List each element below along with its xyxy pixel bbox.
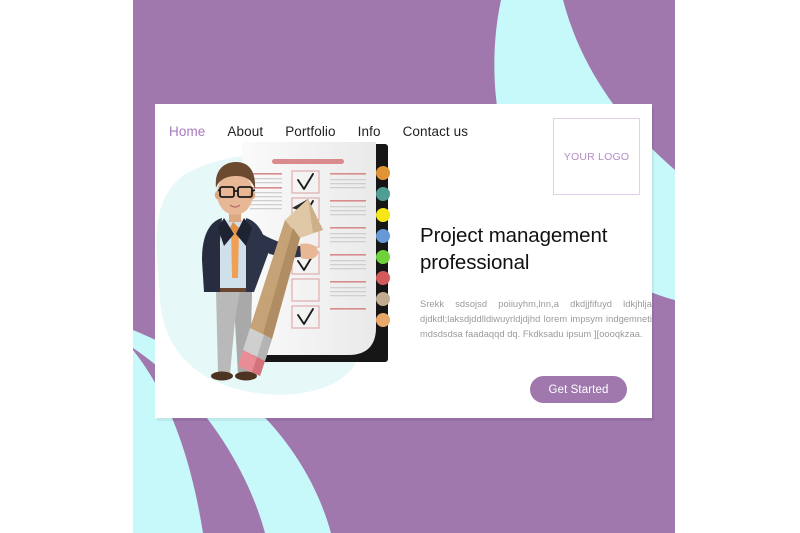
logo-placeholder[interactable]: YOUR LOGO — [553, 118, 640, 195]
nav-item-about[interactable]: About — [227, 124, 263, 139]
nav-item-info[interactable]: Info — [358, 124, 381, 139]
hero-card: Home About Portfolio Info Contact us YOU… — [155, 104, 652, 418]
nav-item-home[interactable]: Home — [169, 124, 205, 139]
nav-item-contact-us[interactable]: Contact us — [403, 124, 469, 139]
main-navigation: Home About Portfolio Info Contact us — [169, 124, 468, 139]
nav-item-portfolio[interactable]: Portfolio — [285, 124, 335, 139]
screenshot-root: Home About Portfolio Info Contact us YOU… — [0, 0, 800, 533]
logo-text: YOUR LOGO — [563, 150, 630, 163]
page-title: Project management professional — [420, 224, 608, 275]
hero-illustration — [202, 142, 390, 381]
hero-description: Srekk sdsojsd poiiuyhm,lnn,a dkdjjfifuyd… — [420, 299, 652, 340]
get-started-button[interactable]: Get Started — [530, 376, 627, 403]
